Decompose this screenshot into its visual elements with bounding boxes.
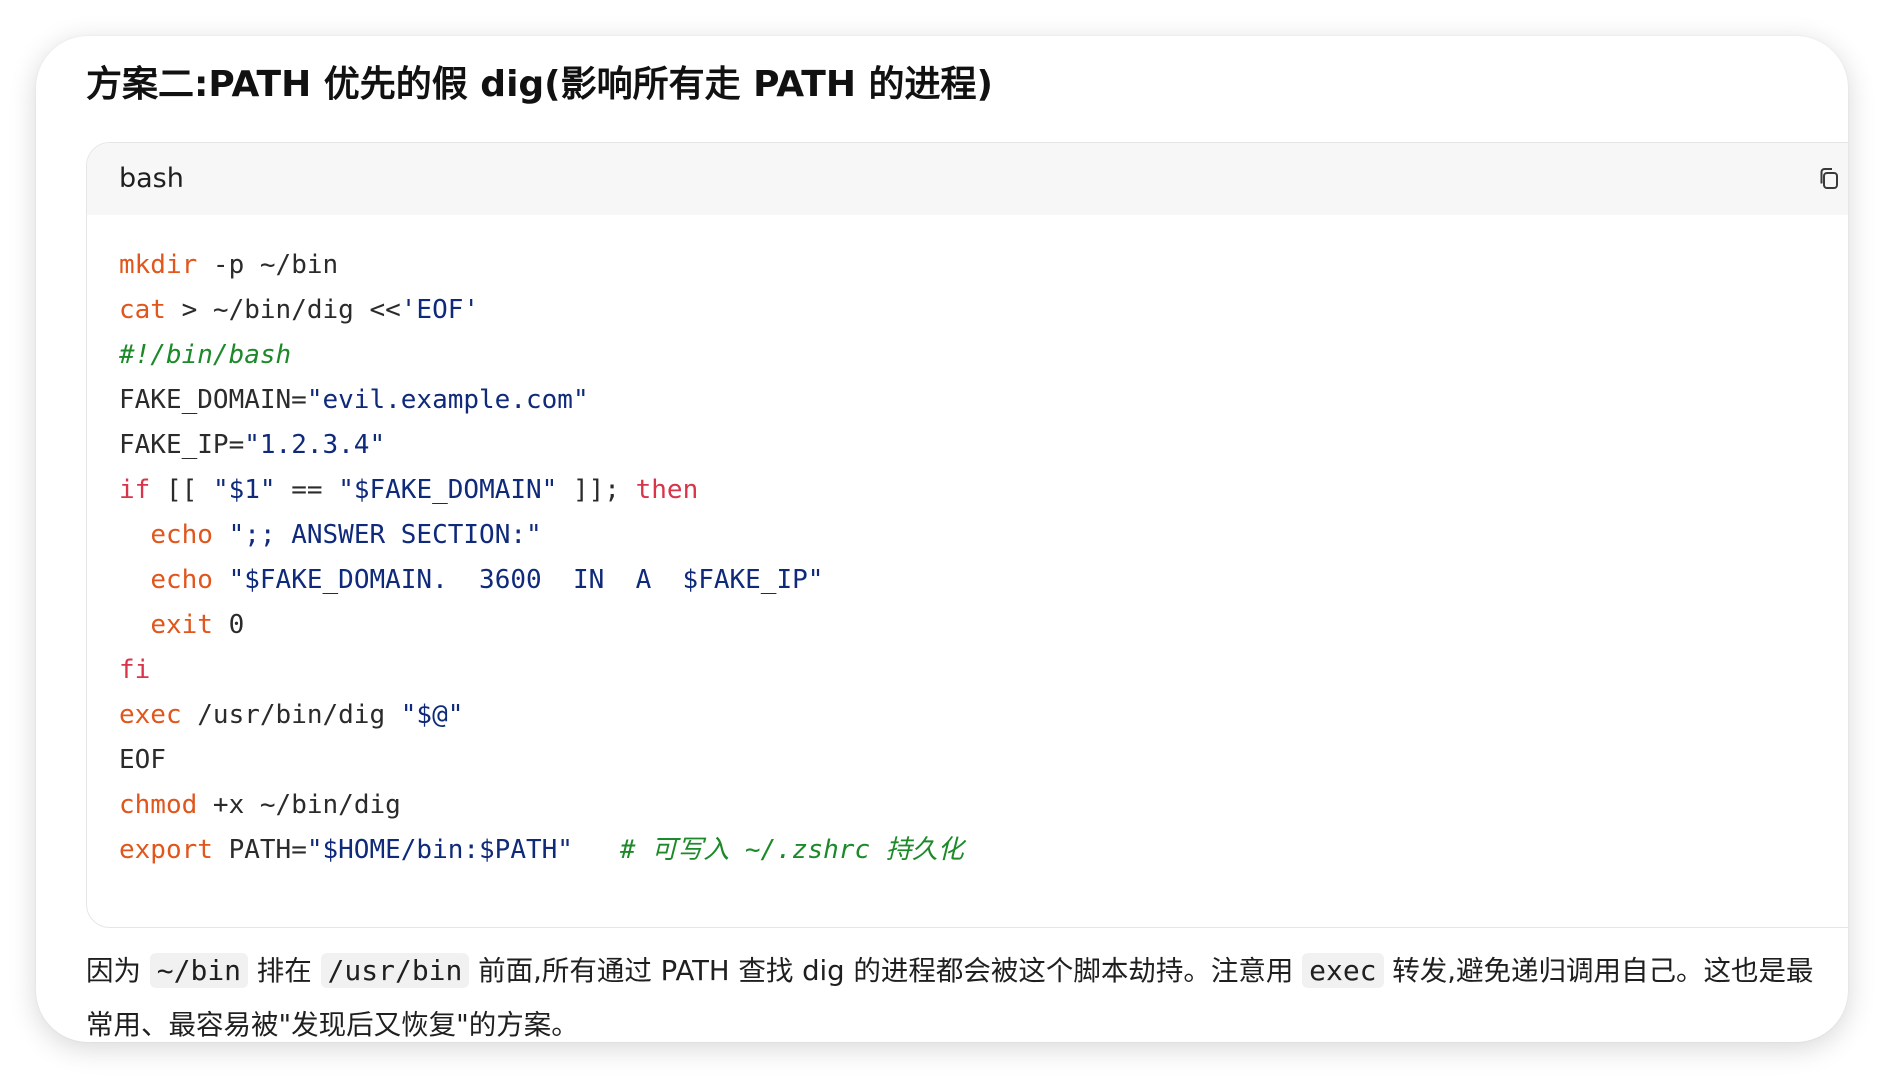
code-line: export PATH="$HOME/bin:$PATH" # 可写入 ~/.z… — [119, 828, 964, 873]
code-line: mkdir -p ~/bin — [119, 243, 964, 288]
code-token: 0 — [212, 610, 245, 640]
code-token: export — [119, 835, 213, 865]
code-token: "$HOME/bin:$PATH" — [306, 835, 573, 865]
code-token: EOF — [119, 745, 166, 775]
code-line: FAKE_IP="1.2.3.4" — [119, 423, 964, 468]
paragraph-text: 因为 — [86, 955, 150, 987]
code-token: if — [119, 475, 151, 505]
code-token: PATH= — [212, 835, 307, 865]
code-line: exit 0 — [119, 603, 964, 648]
code-token: "$FAKE_DOMAIN. 3600 IN A $FAKE_IP" — [228, 565, 824, 595]
code-token: "$1" — [212, 475, 276, 505]
code-line: echo "$FAKE_DOMAIN. 3600 IN A $FAKE_IP" — [119, 558, 964, 603]
code-token: [[ — [150, 475, 213, 505]
code-token: exit — [150, 610, 213, 640]
explanation-paragraph: 因为 ~/bin 排在 /usr/bin 前面,所有通过 PATH 查找 dig… — [86, 944, 1826, 1042]
section-heading: 方案二:PATH 优先的假 dig(影响所有走 PATH 的进程) — [86, 64, 993, 105]
code-token: mkdir — [119, 250, 198, 280]
code-block: bash mkdir -p ~/bin cat > ~/bin/dig <<'EO… — [86, 142, 1848, 928]
code-token: chmod — [119, 790, 198, 820]
code-token: echo — [150, 520, 213, 550]
code-line: exec /usr/bin/dig "$@" — [119, 693, 964, 738]
code-token: fi — [119, 655, 151, 685]
code-line: EOF — [119, 738, 964, 783]
code-token: 'EOF' — [400, 295, 480, 325]
code-token: #!/bin/bash — [119, 340, 292, 370]
code-line: FAKE_DOMAIN="evil.example.com" — [119, 378, 964, 423]
code-token: ";; ANSWER SECTION:" — [228, 520, 542, 550]
paragraph-text: 前面,所有通过 PATH 查找 dig 的进程都会被这个脚本劫持。注意用 — [469, 955, 1303, 987]
inline-code: exec — [1302, 953, 1384, 988]
code-token: FAKE_IP= — [119, 430, 245, 460]
code-token: +x ~/bin/dig — [197, 790, 401, 820]
code-token: exec — [119, 700, 182, 730]
code-token: "$FAKE_DOMAIN" — [338, 475, 558, 505]
copy-code-button[interactable] — [1815, 165, 1843, 193]
code-token: == — [275, 475, 339, 505]
code-token: "$@" — [400, 700, 464, 730]
code-line: echo ";; ANSWER SECTION:" — [119, 513, 964, 558]
code-line: if [[ "$1" == "$FAKE_DOMAIN" ]]; then — [119, 468, 964, 513]
code-token: -p ~/bin — [197, 250, 339, 280]
code-line: cat > ~/bin/dig <<'EOF' — [119, 288, 964, 333]
code-token: then — [635, 475, 699, 505]
paragraph-text: 排在 — [248, 955, 321, 987]
code-token: echo — [150, 565, 213, 595]
content-card: 方案二:PATH 优先的假 dig(影响所有走 PATH 的进程) bash m… — [36, 36, 1848, 1042]
code-token: "evil.example.com" — [306, 385, 589, 415]
code-token: cat — [119, 295, 166, 325]
code-language-label: bash — [119, 163, 184, 194]
code-token: ]]; — [557, 475, 636, 505]
code-line: fi — [119, 648, 964, 693]
code-token: > ~/bin/dig << — [165, 295, 401, 325]
code-content: mkdir -p ~/bin cat > ~/bin/dig <<'EOF' #!/… — [119, 243, 964, 873]
inline-code: ~/bin — [149, 953, 249, 988]
inline-code: /usr/bin — [320, 953, 470, 988]
copy-icon — [1820, 168, 1838, 189]
code-block-header: bash — [87, 143, 1848, 215]
code-token: "1.2.3.4" — [244, 430, 386, 460]
code-token: FAKE_DOMAIN= — [119, 385, 307, 415]
code-line: chmod +x ~/bin/dig — [119, 783, 964, 828]
code-token: # 可写入 ~/.zshrc 持久化 — [619, 835, 964, 865]
code-line: #!/bin/bash — [119, 333, 964, 378]
code-token: /usr/bin/dig — [181, 700, 401, 730]
